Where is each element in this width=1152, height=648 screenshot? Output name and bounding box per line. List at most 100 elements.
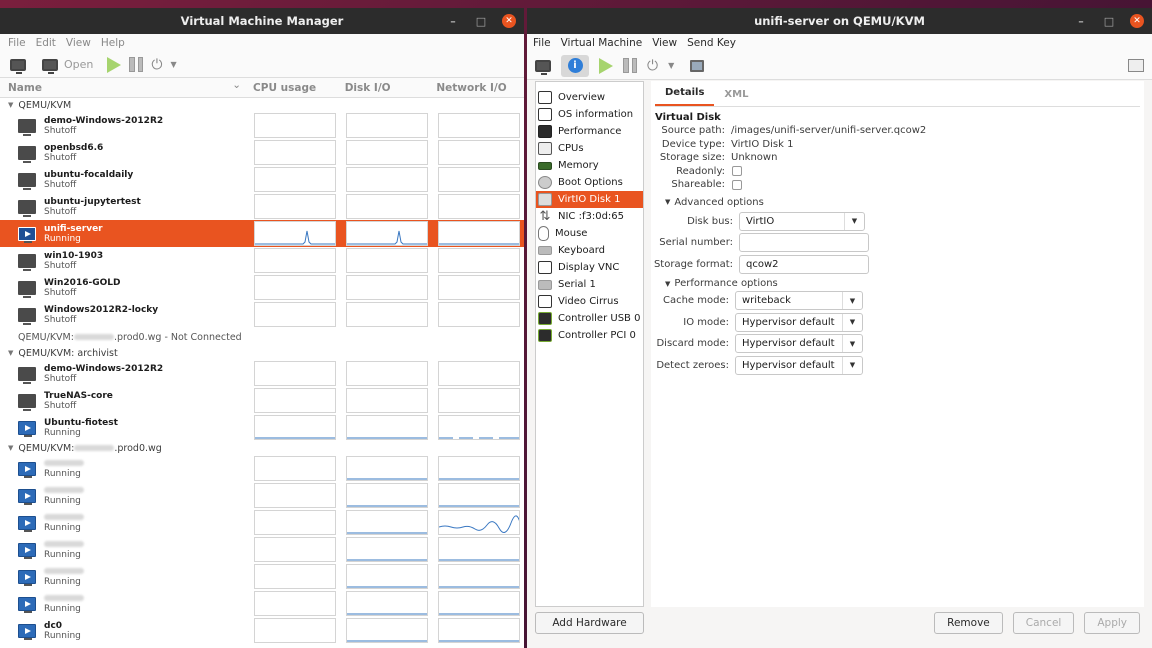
vm-row[interactable]: openbsd6.6 Shutoff	[0, 139, 524, 166]
vm-running-icon	[18, 515, 36, 532]
vm-row[interactable]: Running	[0, 536, 524, 563]
cache-mode-select[interactable]: writeback ▼	[735, 291, 863, 311]
pause-icon[interactable]	[623, 58, 637, 73]
graph-cpu	[254, 221, 336, 246]
column-cpu[interactable]: CPU usage	[249, 82, 341, 94]
group-header[interactable]: ▼ QEMU/KVM: archivist	[0, 346, 524, 360]
maximize-icon[interactable]: □	[1102, 15, 1116, 28]
column-disk[interactable]: Disk I/O	[341, 82, 433, 94]
sidebar-item[interactable]: Overview	[536, 89, 643, 106]
menu-file[interactable]: File	[533, 37, 551, 49]
sidebar-item[interactable]: VirtIO Disk 1	[536, 191, 643, 208]
close-icon[interactable]: ✕	[1130, 14, 1144, 28]
vm-row[interactable]: unifi-server Running	[0, 220, 524, 247]
column-name[interactable]: Name	[0, 79, 249, 94]
graph-net	[438, 275, 520, 300]
sidebar-item[interactable]: Keyboard	[536, 242, 643, 259]
sidebar-item[interactable]: Display VNC	[536, 259, 643, 276]
group-label: QEMU/KVM: archivist	[18, 347, 118, 359]
vm-row[interactable]: ubuntu-jupytertest Shutoff	[0, 193, 524, 220]
sidebar-item[interactable]: Boot Options	[536, 174, 643, 191]
vm-row[interactable]: Running	[0, 590, 524, 617]
graph-line	[347, 437, 427, 439]
serial-number-input[interactable]	[739, 233, 869, 253]
vm-row[interactable]: Running	[0, 509, 524, 536]
sidebar-item[interactable]: Controller USB 0	[536, 310, 643, 327]
tab-details[interactable]: Details	[655, 87, 715, 106]
menu-file[interactable]: File	[8, 37, 26, 49]
power-icon[interactable]: ⏻	[151, 57, 162, 73]
cancel-button[interactable]: Cancel	[1012, 612, 1075, 634]
sidebar-item[interactable]: CPUs	[536, 140, 643, 157]
power-icon[interactable]: ⏻	[647, 58, 658, 74]
menu-edit[interactable]: Edit	[36, 37, 56, 49]
vm-row[interactable]: Running	[0, 455, 524, 482]
console-icon[interactable]	[535, 59, 551, 75]
performance-options-expander[interactable]: ▼ Performance options	[665, 277, 1144, 290]
storage-format-input[interactable]: qcow2	[739, 254, 869, 274]
minimize-icon[interactable]: –	[446, 15, 460, 28]
sidebar-item[interactable]: Memory	[536, 157, 643, 174]
not-connected-host[interactable]: QEMU/KVM: .prod0.wg - Not Connected	[0, 328, 524, 346]
shareable-checkbox[interactable]	[732, 179, 742, 190]
fullscreen-icon[interactable]	[1128, 59, 1144, 72]
discard-mode-select[interactable]: Hypervisor default ▼	[735, 334, 863, 354]
menu-view[interactable]: View	[66, 37, 91, 49]
run-icon[interactable]	[599, 57, 613, 74]
menu-view[interactable]: View	[652, 37, 677, 49]
vm-row[interactable]: Ubuntu-fiotest Running	[0, 414, 524, 441]
group-header[interactable]: ▼ QEMU/KVM: .prod0.wg	[0, 441, 524, 455]
disk-bus-select[interactable]: VirtIO ▼	[739, 211, 865, 231]
vm-row[interactable]: Windows2012R2-locky Shutoff	[0, 301, 524, 328]
group-header[interactable]: ▼ QEMU/KVM	[0, 98, 524, 112]
vm-row[interactable]: demo-Windows-2012R2 Shutoff	[0, 112, 524, 139]
vm-row[interactable]: win10-1903 Shutoff	[0, 247, 524, 274]
chevron-down-icon[interactable]: ▼	[170, 60, 176, 69]
manager-titlebar[interactable]: Virtual Machine Manager – □ ✕	[0, 8, 524, 34]
sidebar-item-label: Controller PCI 0	[558, 330, 636, 341]
chevron-down-icon: ▼	[842, 335, 862, 353]
add-hardware-button[interactable]: Add Hardware	[535, 612, 644, 634]
pause-icon[interactable]	[129, 57, 144, 72]
open-button[interactable]: Open	[42, 58, 93, 74]
column-network[interactable]: Network I/O	[432, 82, 524, 94]
sidebar-item[interactable]: OS information	[536, 106, 643, 123]
sidebar-item[interactable]: Video Cirrus	[536, 293, 643, 310]
vm-text: Running	[44, 459, 260, 479]
menu-send-key[interactable]: Send Key	[687, 37, 736, 49]
menu-help[interactable]: Help	[101, 37, 125, 49]
menu-virtual-machine[interactable]: Virtual Machine	[561, 37, 643, 49]
vm-row[interactable]: Running	[0, 482, 524, 509]
vm-row[interactable]: Running	[0, 563, 524, 590]
remove-button[interactable]: Remove	[934, 612, 1003, 634]
vm-list[interactable]: ▼ QEMU/KVM demo-Windows-2012R2 Shutoff openb…	[0, 98, 524, 648]
vm-row[interactable]: dc0 Running	[0, 617, 524, 644]
sidebar-item[interactable]: Serial 1	[536, 276, 643, 293]
vm-row[interactable]: ubuntu-focaldaily Shutoff	[0, 166, 524, 193]
sidebar-item[interactable]: Controller PCI 0	[536, 327, 643, 344]
io-mode-select[interactable]: Hypervisor default ▼	[735, 312, 863, 332]
sidebar-item[interactable]: Mouse	[536, 225, 643, 242]
graph-disk	[346, 618, 428, 643]
sidebar-item[interactable]: Performance	[536, 123, 643, 140]
advanced-options-expander[interactable]: ▼ Advanced options	[665, 196, 1144, 209]
tab-xml[interactable]: XML	[714, 89, 758, 106]
apply-button[interactable]: Apply	[1084, 612, 1140, 634]
maximize-icon[interactable]: □	[474, 15, 488, 28]
close-icon[interactable]: ✕	[502, 14, 516, 28]
sidebar-item[interactable]: ⇅ NIC :f3:0d:65	[536, 208, 643, 225]
minimize-icon[interactable]: –	[1074, 15, 1088, 28]
details-toggle-button[interactable]: i	[561, 54, 589, 77]
graph-disk	[346, 483, 428, 508]
vm-row[interactable]: Win2016-GOLD Shutoff	[0, 274, 524, 301]
chevron-down-icon[interactable]: ▼	[668, 61, 674, 70]
readonly-checkbox[interactable]	[732, 166, 742, 177]
vm-row[interactable]: TrueNAS-core Shutoff	[0, 387, 524, 414]
vm-row[interactable]: demo-Windows-2012R2 Shutoff	[0, 360, 524, 387]
detect-zeroes-select[interactable]: Hypervisor default ▼	[735, 355, 863, 375]
hardware-list[interactable]: Overview OS information Performance CPUs Mem…	[535, 81, 644, 607]
snapshot-icon[interactable]	[690, 59, 705, 72]
run-icon[interactable]	[107, 56, 122, 73]
new-vm-button[interactable]	[10, 58, 26, 74]
details-titlebar[interactable]: unifi-server on QEMU/KVM – □ ✕	[527, 8, 1152, 34]
